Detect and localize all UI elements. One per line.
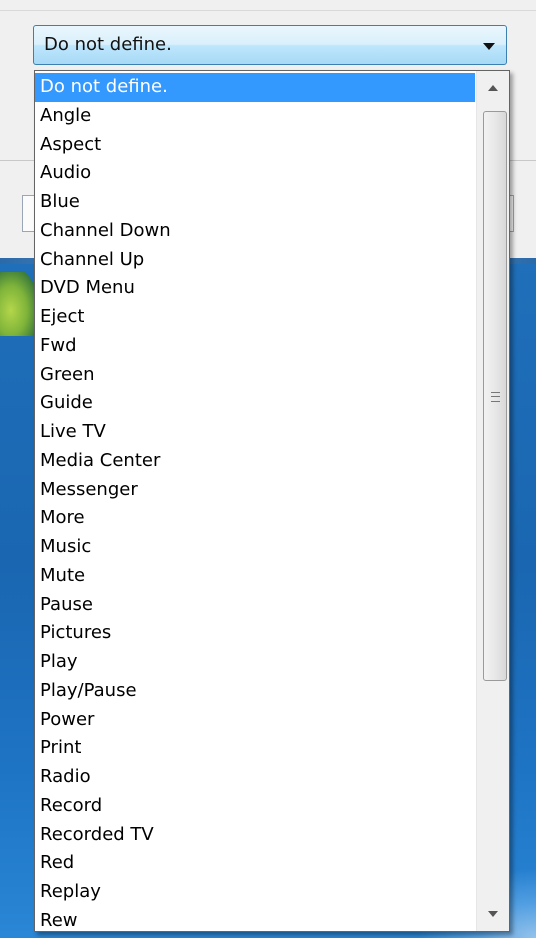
dropdown-option[interactable]: Rew	[35, 907, 475, 931]
dropdown-option[interactable]: Aspect	[35, 131, 475, 160]
dropdown-option[interactable]: Media Center	[35, 447, 475, 476]
dropdown-scrollbar[interactable]	[476, 71, 509, 931]
dropdown-option[interactable]: Recorded TV	[35, 821, 475, 850]
dropdown-option[interactable]: Channel Down	[35, 217, 475, 246]
dropdown-option[interactable]: Play	[35, 648, 475, 677]
dropdown-option[interactable]: Audio	[35, 159, 475, 188]
dropdown-option[interactable]: Do not define.	[35, 73, 475, 102]
dropdown-option[interactable]: Channel Up	[35, 246, 475, 275]
dropdown-option[interactable]: Blue	[35, 188, 475, 217]
dropdown-option[interactable]: More	[35, 504, 475, 533]
dropdown-list: Do not define. Angle Aspect Audio Blue Channe…	[35, 73, 475, 931]
dropdown-option[interactable]: Fwd	[35, 332, 475, 361]
combobox-dropdown[interactable]: Do not define. Angle Aspect Audio Blue Channe…	[34, 70, 510, 932]
dropdown-option[interactable]: DVD Menu	[35, 274, 475, 303]
dropdown-option[interactable]: Replay	[35, 878, 475, 907]
grip-icon	[491, 392, 500, 402]
chevron-down-icon[interactable]	[483, 43, 495, 50]
scroll-up-arrow-icon[interactable]	[477, 71, 509, 105]
dropdown-option[interactable]: Radio	[35, 763, 475, 792]
scroll-down-arrow-icon[interactable]	[477, 897, 509, 931]
dropdown-option[interactable]: Green	[35, 361, 475, 390]
dropdown-option[interactable]: Guide	[35, 389, 475, 418]
dropdown-option[interactable]: Print	[35, 734, 475, 763]
dropdown-option[interactable]: Messenger	[35, 476, 475, 505]
dropdown-option[interactable]: Music	[35, 533, 475, 562]
dropdown-option[interactable]: Red	[35, 849, 475, 878]
dropdown-option[interactable]: Power	[35, 706, 475, 735]
dropdown-option[interactable]: Pause	[35, 591, 475, 620]
dropdown-option[interactable]: Mute	[35, 562, 475, 591]
dropdown-option[interactable]: Pictures	[35, 619, 475, 648]
dropdown-option[interactable]: Live TV	[35, 418, 475, 447]
scrollbar-thumb[interactable]	[483, 111, 507, 681]
wallpaper-leaf	[0, 272, 36, 336]
action-combobox[interactable]: Do not define.	[33, 25, 507, 65]
dropdown-option[interactable]: Record	[35, 792, 475, 821]
dropdown-option[interactable]: Eject	[35, 303, 475, 332]
combobox-value: Do not define.	[44, 34, 172, 55]
dropdown-option[interactable]: Angle	[35, 102, 475, 131]
window-top-border	[0, 10, 536, 11]
dropdown-option[interactable]: Play/Pause	[35, 677, 475, 706]
